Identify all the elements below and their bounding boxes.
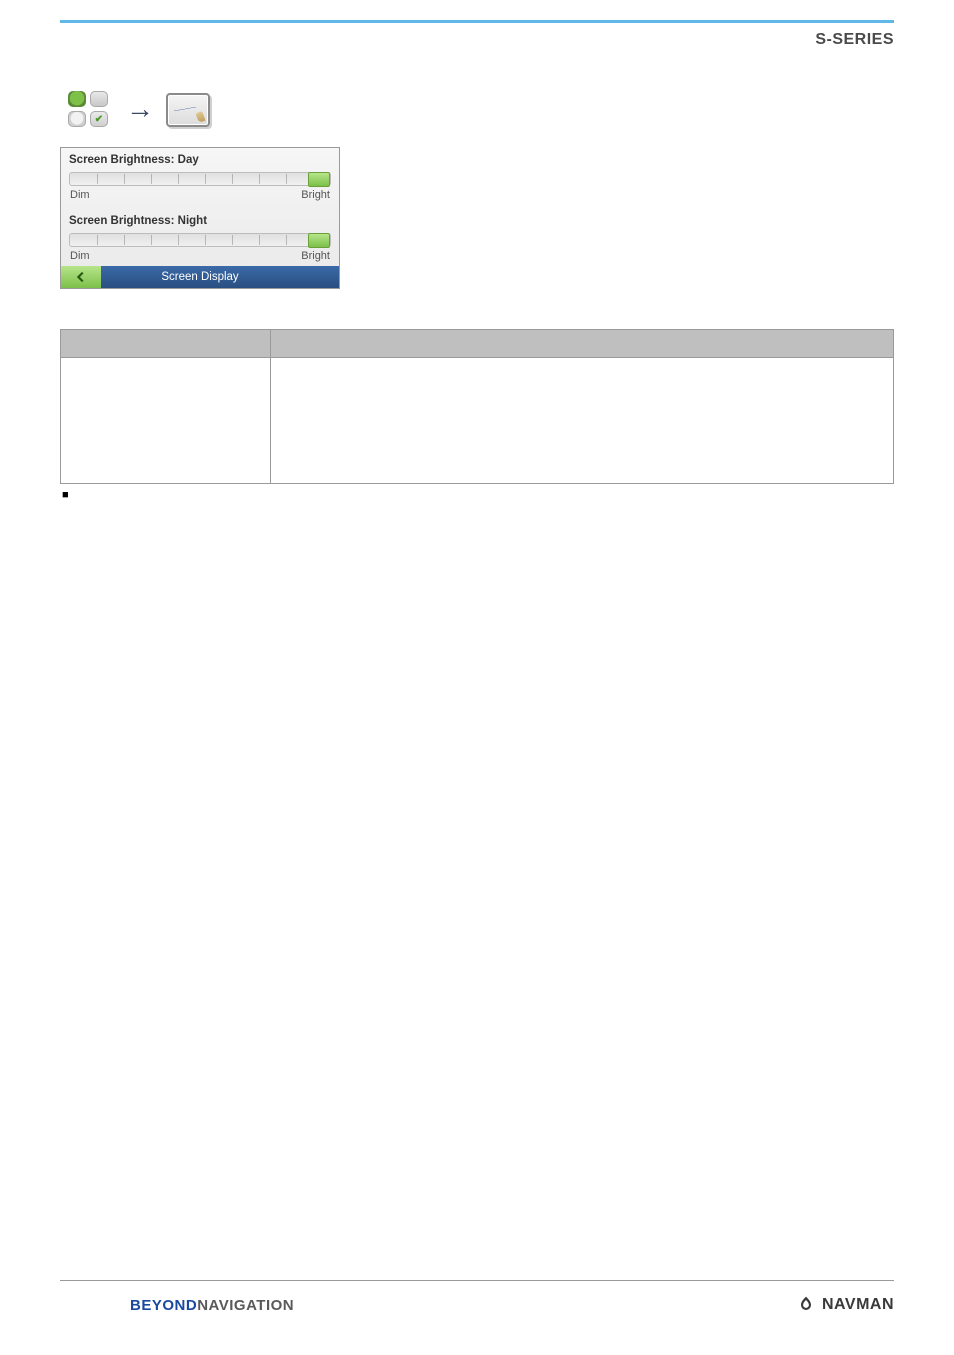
bullet-marker: ■ (62, 490, 894, 501)
beyond-navigation-logo: BEYONDNAVIGATION (130, 1297, 294, 1314)
navman-mark-icon (796, 1295, 816, 1315)
brightness-day-slider[interactable] (69, 172, 331, 186)
navman-brand-text: NAVMAN (822, 1296, 894, 1314)
table-cell-col2 (271, 358, 894, 484)
bright-label: Bright (301, 250, 330, 262)
brightness-day-label: Screen Brightness: Day (69, 154, 331, 170)
slider-knob[interactable] (308, 172, 330, 187)
device-titlebar: Screen Display (61, 266, 339, 288)
nav-path-icons: → (66, 89, 894, 129)
brightness-night-label: Screen Brightness: Night (69, 215, 331, 231)
top-rule (60, 20, 894, 23)
series-label: S-SERIES (60, 31, 894, 49)
slider-knob[interactable] (308, 233, 330, 248)
table-header-col1 (61, 330, 271, 358)
device-screenshot: Screen Brightness: Day Dim Bright Screen… (60, 147, 340, 289)
settings-table (60, 329, 894, 484)
main-menu-icon (66, 89, 114, 129)
table-cell-col1 (61, 358, 271, 484)
dim-label: Dim (70, 189, 90, 201)
device-title-text: Screen Display (61, 271, 339, 283)
navman-logo: NAVMAN (796, 1295, 894, 1315)
screen-display-icon (166, 93, 210, 127)
chevron-left-icon (74, 270, 88, 284)
brightness-night-slider[interactable] (69, 233, 331, 247)
page-footer: BEYONDNAVIGATION NAVMAN (60, 1280, 894, 1315)
dim-label: Dim (70, 250, 90, 262)
table-header-col2 (271, 330, 894, 358)
bright-label: Bright (301, 189, 330, 201)
arrow-right-icon: → (126, 93, 154, 125)
back-button[interactable] (61, 266, 101, 288)
